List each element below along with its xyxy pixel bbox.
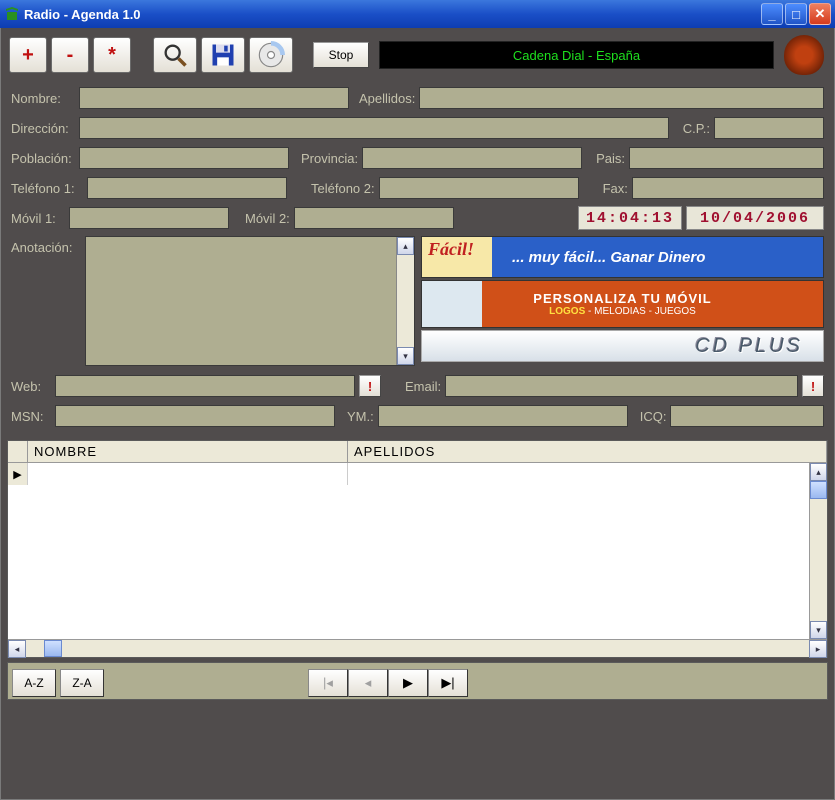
toolbar: + - * Stop Cadena Dial - España	[5, 32, 830, 80]
email-go-button[interactable]: !	[802, 375, 824, 397]
cell-apellidos[interactable]	[348, 463, 827, 485]
window-body: + - * Stop Cadena Dial - España Nombre: …	[0, 28, 835, 800]
apellidos-label: Apellidos:	[359, 91, 415, 106]
ad-banner-3[interactable]: CD PLUS	[421, 330, 824, 362]
cp-label: C.P.:	[683, 121, 710, 136]
nav-next-button[interactable]: ▶	[388, 669, 428, 697]
cd-button[interactable]	[249, 37, 293, 73]
sort-za-button[interactable]: Z-A	[60, 669, 104, 697]
table-row[interactable]: ▶	[8, 463, 827, 485]
scroll-up-icon[interactable]: ▴	[397, 237, 414, 255]
provincia-input[interactable]	[362, 147, 582, 169]
ad1-text: ... muy fácil... Ganar Dinero	[512, 249, 705, 266]
ad2-line2: LOGOS - MELODIAS - JUEGOS	[549, 306, 696, 317]
floppy-icon	[209, 41, 237, 69]
direccion-label: Dirección:	[11, 121, 75, 136]
provincia-label: Provincia:	[301, 151, 358, 166]
scroll-down-icon[interactable]: ▾	[397, 347, 414, 365]
star-button[interactable]: *	[93, 37, 131, 73]
grid-selector-header[interactable]	[8, 441, 28, 462]
app-icon	[4, 6, 20, 22]
row-selector[interactable]: ▶	[8, 463, 28, 485]
msn-input[interactable]	[55, 405, 335, 427]
scroll-left-icon[interactable]: ◂	[8, 640, 26, 658]
pais-input[interactable]	[629, 147, 824, 169]
poblacion-input[interactable]	[79, 147, 289, 169]
movil1-label: Móvil 1:	[11, 211, 65, 226]
anotacion-label: Anotación:	[11, 236, 79, 255]
ad-panel: Fácil ... muy fácil... Ganar Dinero PERS…	[421, 236, 824, 362]
close-button[interactable]: ✕	[809, 3, 831, 25]
search-icon	[161, 41, 189, 69]
cell-nombre[interactable]	[28, 463, 348, 485]
fax-label: Fax:	[603, 181, 628, 196]
nombre-input[interactable]	[79, 87, 349, 109]
anotacion-textarea[interactable]: ▴ ▾	[85, 236, 415, 366]
icq-label: ICQ:	[640, 409, 667, 424]
cp-input[interactable]	[714, 117, 824, 139]
add-button[interactable]: +	[9, 37, 47, 73]
tel2-input[interactable]	[379, 177, 579, 199]
scroll-thumb[interactable]	[810, 481, 827, 499]
icq-input[interactable]	[670, 405, 824, 427]
radio-display: Cadena Dial - España	[379, 41, 774, 69]
data-grid[interactable]: NOMBRE APELLIDOS ▶ ▴ ▾ ◂ ▸	[7, 440, 828, 658]
ad-banner-2[interactable]: PERSONALIZA TU MÓVIL LOGOS - MELODIAS - …	[421, 280, 824, 328]
poblacion-label: Población:	[11, 151, 75, 166]
radio-logo-icon	[784, 35, 824, 75]
movil1-input[interactable]	[69, 207, 229, 229]
direccion-input[interactable]	[79, 117, 669, 139]
nombre-label: Nombre:	[11, 91, 75, 106]
cd-icon	[257, 41, 285, 69]
web-go-button[interactable]: !	[359, 375, 381, 397]
window-title: Radio - Agenda 1.0	[24, 7, 141, 22]
sort-az-button[interactable]: A-Z	[12, 669, 56, 697]
scroll-thumb-h[interactable]	[44, 640, 62, 657]
movil2-label: Móvil 2:	[245, 211, 290, 226]
tel1-label: Teléfono 1:	[11, 181, 83, 196]
minimize-button[interactable]: _	[761, 3, 783, 25]
remove-button[interactable]: -	[51, 37, 89, 73]
date-display: 10/04/2006	[686, 206, 824, 230]
nav-prev-button[interactable]: ◂	[348, 669, 388, 697]
grid-body[interactable]: ▶	[8, 463, 827, 639]
scroll-down-icon[interactable]: ▾	[810, 621, 827, 639]
anotacion-scrollbar[interactable]: ▴ ▾	[396, 237, 414, 365]
tel1-input[interactable]	[87, 177, 287, 199]
stop-button[interactable]: Stop	[313, 42, 369, 68]
email-input[interactable]	[445, 375, 798, 397]
search-button[interactable]	[153, 37, 197, 73]
time-display: 14:04:13	[578, 206, 682, 230]
ad1-logo: Fácil	[428, 239, 474, 260]
web-input[interactable]	[55, 375, 355, 397]
movil2-input[interactable]	[294, 207, 454, 229]
pais-label: Pais:	[596, 151, 625, 166]
grid-col-apellidos[interactable]: APELLIDOS	[348, 441, 827, 462]
grid-hscrollbar[interactable]: ◂ ▸	[8, 639, 827, 657]
nav-last-button[interactable]: ▶|	[428, 669, 468, 697]
email-label: Email:	[405, 379, 441, 394]
grid-vscrollbar[interactable]: ▴ ▾	[809, 463, 827, 639]
msn-label: MSN:	[11, 409, 51, 424]
grid-col-nombre[interactable]: NOMBRE	[28, 441, 348, 462]
save-button[interactable]	[201, 37, 245, 73]
ad-banner-1[interactable]: Fácil ... muy fácil... Ganar Dinero	[421, 236, 824, 278]
ym-label: YM.:	[347, 409, 374, 424]
ym-input[interactable]	[378, 405, 628, 427]
record-nav: |◂ ◂ ▶ ▶|	[308, 669, 468, 697]
maximize-button[interactable]: □	[785, 3, 807, 25]
grid-header: NOMBRE APELLIDOS	[8, 441, 827, 463]
apellidos-input[interactable]	[419, 87, 824, 109]
title-bar: Radio - Agenda 1.0 _ □ ✕	[0, 0, 835, 28]
scroll-up-icon[interactable]: ▴	[810, 463, 827, 481]
fax-input[interactable]	[632, 177, 824, 199]
tel2-label: Teléfono 2:	[311, 181, 375, 196]
ad2-line1: PERSONALIZA TU MÓVIL	[533, 291, 711, 306]
web-label: Web:	[11, 379, 51, 394]
form-area: Nombre: Apellidos: Dirección: C.P.: Pobl…	[5, 80, 830, 436]
nav-first-button[interactable]: |◂	[308, 669, 348, 697]
scroll-right-icon[interactable]: ▸	[809, 640, 827, 658]
bottom-bar: A-Z Z-A |◂ ◂ ▶ ▶|	[7, 662, 828, 700]
